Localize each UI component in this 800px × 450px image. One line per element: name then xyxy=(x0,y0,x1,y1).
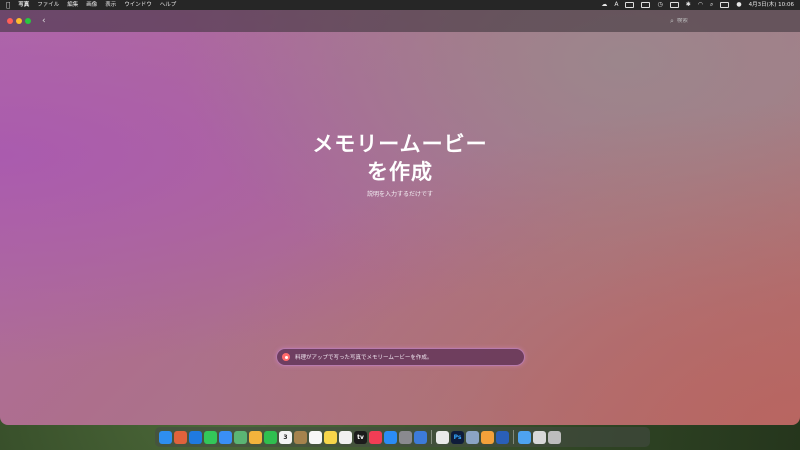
preview-icon[interactable] xyxy=(466,430,479,444)
menu-view[interactable]: 表示 xyxy=(105,0,116,10)
search-icon[interactable]: ⌕ xyxy=(710,0,713,10)
font-icon[interactable]: A xyxy=(614,0,618,10)
menu-app-name[interactable]: 写真 xyxy=(18,0,29,10)
folder-icon[interactable] xyxy=(518,430,531,444)
bluetooth-icon[interactable]: ✱ xyxy=(686,0,691,10)
appstore-icon[interactable] xyxy=(384,430,397,444)
maps-icon[interactable] xyxy=(234,430,247,444)
finder-icon[interactable] xyxy=(159,430,172,444)
menu-help[interactable]: ヘルプ xyxy=(160,0,177,10)
display-icon[interactable] xyxy=(625,2,635,8)
menu-file[interactable]: ファイル xyxy=(37,0,59,10)
menu-window[interactable]: ウインドウ xyxy=(124,0,152,10)
reminders-icon[interactable] xyxy=(309,430,322,444)
dock-separator xyxy=(431,430,432,444)
settings-icon[interactable] xyxy=(399,430,412,444)
keyboard-icon[interactable] xyxy=(641,2,651,8)
menu-bar:  写真 ファイル 編集 画像 表示 ウインドウ ヘルプ ☁ A ◷ ✱ ◠ ⌕… xyxy=(0,0,800,10)
siri-icon[interactable]: ● xyxy=(736,0,741,10)
xcode-icon[interactable] xyxy=(414,430,427,444)
apple-menu-icon[interactable]:  xyxy=(6,0,10,10)
freeform-icon[interactable] xyxy=(339,430,352,444)
status-area: ☁ A ◷ ✱ ◠ ⌕ ● 4月3日(木) 10:06 xyxy=(601,0,794,10)
messages-icon[interactable] xyxy=(204,430,217,444)
photos-icon[interactable] xyxy=(249,430,262,444)
window-titlebar: ‹ ⌕ xyxy=(0,10,800,32)
prompt-text: 料理がアップで写った写真でメモリームービーを作成。 xyxy=(295,355,433,361)
hero-title-line2: を作成 xyxy=(367,159,433,184)
search-input[interactable] xyxy=(676,18,722,24)
appletv-icon[interactable]: tv xyxy=(354,430,367,444)
battery-icon[interactable] xyxy=(669,2,679,8)
launchpad-icon[interactable] xyxy=(174,430,187,444)
window-search: ⌕ xyxy=(670,15,730,27)
minimize-window-button[interactable] xyxy=(16,18,22,24)
cloud-icon[interactable]: ☁ xyxy=(601,0,607,10)
screenshot-icon[interactable] xyxy=(533,430,546,444)
facetime-icon[interactable] xyxy=(264,430,277,444)
dock-separator xyxy=(513,430,514,444)
menubar-clock[interactable]: 4月3日(木) 10:06 xyxy=(749,0,794,10)
calendar-icon[interactable]: 3 xyxy=(279,430,292,444)
zoom-window-button[interactable] xyxy=(25,18,31,24)
safari-icon[interactable] xyxy=(189,430,202,444)
dock: 3 tv Ps xyxy=(155,427,650,447)
photos-window: ‹ ⌕ メモリームービー を作成 説明を入力するだけです 料理がアップで写った写… xyxy=(0,10,800,425)
back-chevron-icon[interactable]: ‹ xyxy=(42,10,46,32)
pages-icon[interactable] xyxy=(481,430,494,444)
trash-icon[interactable] xyxy=(548,430,561,444)
control-center-icon[interactable] xyxy=(720,2,730,8)
mail-icon[interactable] xyxy=(219,430,232,444)
word-icon[interactable] xyxy=(496,430,509,444)
chrome-icon[interactable] xyxy=(436,430,449,444)
close-window-button[interactable] xyxy=(7,18,13,24)
search-icon: ⌕ xyxy=(670,16,674,25)
history-icon[interactable]: ◷ xyxy=(657,0,662,10)
menu-edit[interactable]: 編集 xyxy=(67,0,78,10)
memory-movie-icon xyxy=(282,353,290,361)
hero-subtitle: 説明を入力するだけです xyxy=(366,191,433,198)
wifi-icon[interactable]: ◠ xyxy=(698,0,703,10)
contacts-icon[interactable] xyxy=(294,430,307,444)
hero-title-line1: メモリームービー xyxy=(312,131,488,156)
music-icon[interactable] xyxy=(369,430,382,444)
photoshop-icon[interactable]: Ps xyxy=(451,430,464,444)
memory-prompt-input[interactable]: 料理がアップで写った写真でメモリームービーを作成。 xyxy=(276,348,525,366)
notes-icon[interactable] xyxy=(324,430,337,444)
menu-image[interactable]: 画像 xyxy=(86,0,97,10)
